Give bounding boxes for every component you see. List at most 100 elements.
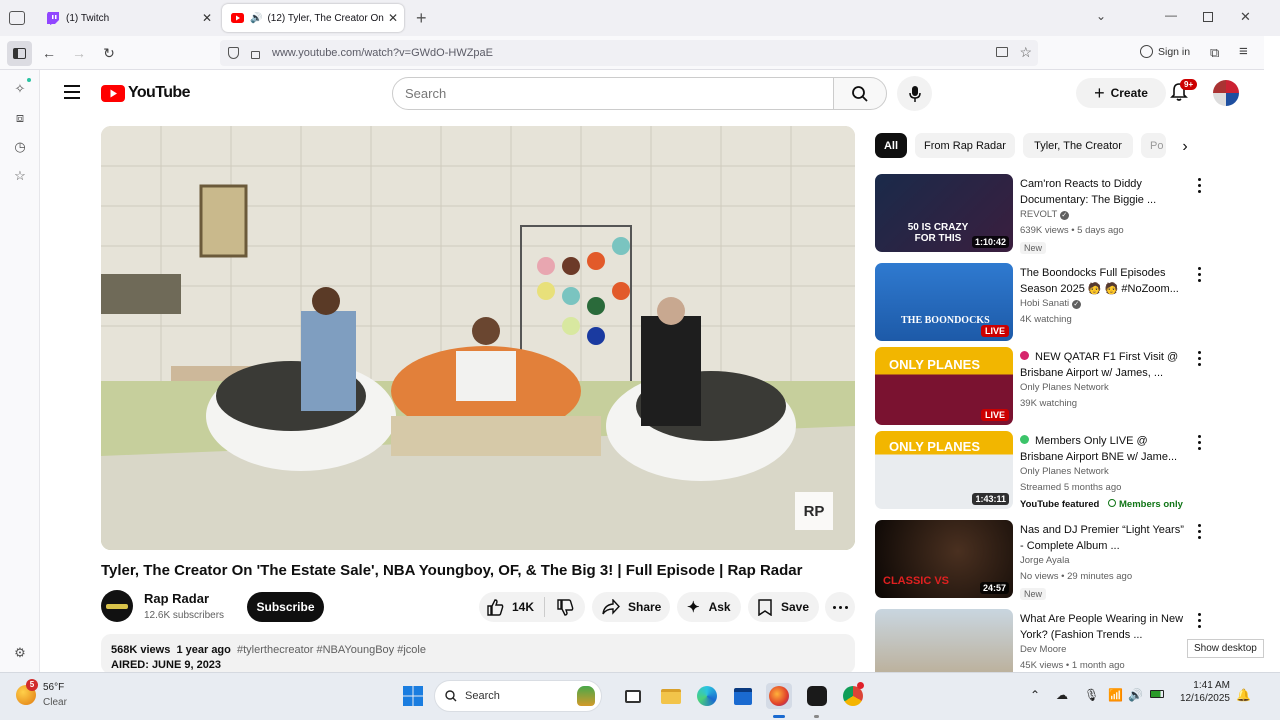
save-button[interactable]: Save xyxy=(748,592,819,622)
reload-icon[interactable]: ↻ xyxy=(100,44,118,62)
video-thumbnail[interactable]: THE BOONDOCKS LIVE xyxy=(875,263,1013,341)
synced-tabs-icon[interactable]: ⧈ xyxy=(12,110,28,126)
like-button[interactable]: 14K xyxy=(479,597,545,617)
bookmarks-icon[interactable]: ☆ xyxy=(12,168,28,184)
recommendation-title[interactable]: What Are People Wearing in New York? (Fa… xyxy=(1020,611,1190,643)
windows-start-icon[interactable] xyxy=(400,683,426,709)
recommendation-item[interactable]: THE BOONDOCKS LIVE The Boondocks Full Ep… xyxy=(875,263,1215,345)
more-options-icon[interactable] xyxy=(1193,522,1205,540)
battery-icon[interactable] xyxy=(1150,690,1164,698)
recommendation-item[interactable]: ONLY PLANES 1:43:11 Members Only LIVE @ … xyxy=(875,431,1215,513)
hashtags[interactable]: #tylerthecreator #NBAYoungBoy #jcole xyxy=(237,644,426,656)
recommendation-item[interactable]: ONLY PLANES LIVE NEW QATAR F1 First Visi… xyxy=(875,347,1215,429)
dislike-button[interactable] xyxy=(545,598,585,616)
sidebar-toggle-icon[interactable] xyxy=(7,41,32,66)
video-thumbnail[interactable]: CLASSIC VS 24:57 xyxy=(875,520,1013,598)
recommendation-title[interactable]: Nas and DJ Premier “Light Years” - Compl… xyxy=(1020,522,1190,554)
video-thumbnail[interactable]: ONLY PLANES LIVE xyxy=(875,347,1013,425)
close-window-button[interactable]: ✕ xyxy=(1240,9,1251,25)
audio-playing-icon[interactable]: 🔊 xyxy=(250,13,262,24)
recommendation-channel[interactable]: Jorge Ayala xyxy=(1020,555,1069,566)
wifi-icon[interactable]: 📶 xyxy=(1108,688,1123,702)
recommendation-channel[interactable]: Hobi Sanati ✓ xyxy=(1020,298,1081,309)
video-thumbnail[interactable]: 50 IS CRAZY FOR THIS 1:10:42 xyxy=(875,174,1013,252)
video-player[interactable]: RP xyxy=(101,126,855,550)
recommendation-channel[interactable]: Only Planes Network xyxy=(1020,466,1109,477)
notification-bell-icon[interactable]: 🔔 xyxy=(1236,688,1251,702)
restore-button[interactable] xyxy=(1203,12,1213,22)
voice-search-button[interactable] xyxy=(897,76,932,111)
microphone-tray-icon[interactable]: 🎙 xyxy=(1084,688,1099,702)
search-input[interactable]: Search xyxy=(392,77,834,110)
firefox-icon[interactable] xyxy=(766,683,792,709)
recommendation-item[interactable]: CLASSIC VS 24:57 Nas and DJ Premier “Lig… xyxy=(875,520,1215,602)
back-icon[interactable]: ← xyxy=(40,44,58,62)
settings-icon[interactable]: ⚙ xyxy=(12,645,28,661)
recommendation-title[interactable]: The Boondocks Full Episodes Season 2025 … xyxy=(1020,265,1190,297)
show-hidden-icons-icon[interactable]: ⌃ xyxy=(1030,688,1040,702)
chip-partial[interactable]: Po xyxy=(1141,133,1166,158)
recommendation-item[interactable]: What Are People Wearing in New York? (Fa… xyxy=(875,609,1215,672)
chip-tyler-the-creator[interactable]: Tyler, The Creator xyxy=(1023,133,1133,158)
more-options-icon[interactable] xyxy=(1193,349,1205,367)
channel-name[interactable]: Rap Radar xyxy=(144,591,209,606)
picture-in-picture-icon[interactable] xyxy=(996,47,1008,57)
ask-button[interactable]: ✦ Ask xyxy=(677,592,741,622)
close-tab-icon[interactable]: ✕ xyxy=(202,11,212,25)
hamburger-menu-icon[interactable] xyxy=(64,85,80,99)
url-text[interactable]: www.youtube.com/watch?v=GWdO-HWZpaE xyxy=(272,47,493,59)
youtube-logo[interactable]: YouTube xyxy=(101,84,190,102)
volume-icon[interactable]: 🔊 xyxy=(1128,688,1143,702)
tab-twitch[interactable]: (1) Twitch ✕ xyxy=(38,4,218,32)
recommendation-channel[interactable]: Only Planes Network xyxy=(1020,382,1109,393)
chip-all[interactable]: All xyxy=(875,133,907,158)
recommendation-title[interactable]: NEW QATAR F1 First Visit @ Brisbane Airp… xyxy=(1020,349,1190,381)
search-button[interactable] xyxy=(833,77,887,110)
channel-avatar[interactable] xyxy=(101,590,133,622)
bookmark-star-icon[interactable]: ☆ xyxy=(1019,44,1032,61)
weather-widget[interactable]: 5 56°F Clear xyxy=(16,679,76,715)
recommendation-channel[interactable]: Dev Moore xyxy=(1020,644,1066,655)
create-button[interactable]: + Create xyxy=(1076,78,1166,108)
clock[interactable]: 1:41 AM 12/16/2025 xyxy=(1176,680,1230,704)
task-view-icon[interactable] xyxy=(620,683,646,709)
video-thumbnail[interactable]: ONLY PLANES 1:43:11 xyxy=(875,431,1013,509)
file-explorer-icon[interactable] xyxy=(658,683,684,709)
close-tab-icon[interactable]: ✕ xyxy=(388,11,398,25)
chevron-down-icon[interactable]: ⌄ xyxy=(1096,9,1106,23)
video-thumbnail[interactable] xyxy=(875,609,1013,672)
new-tab-button[interactable]: + xyxy=(416,8,427,29)
forward-icon[interactable]: → xyxy=(70,44,88,62)
notifications-button[interactable]: 9+ xyxy=(1170,79,1198,107)
ai-chat-icon[interactable]: ✧ xyxy=(12,81,28,97)
menu-icon[interactable]: ≡ xyxy=(1239,43,1248,60)
lock-icon[interactable] xyxy=(251,50,260,59)
avatar[interactable] xyxy=(1213,80,1239,106)
more-options-icon[interactable] xyxy=(1193,176,1205,194)
minimize-button[interactable]: — xyxy=(1165,8,1177,22)
share-button[interactable]: Share xyxy=(592,592,670,622)
more-options-icon[interactable] xyxy=(1193,265,1205,283)
recommendation-channel[interactable]: REVOLT ✓ xyxy=(1020,209,1069,220)
shield-icon[interactable] xyxy=(228,47,239,59)
cloud-sync-icon[interactable]: ☁ xyxy=(1056,688,1068,702)
more-options-icon[interactable] xyxy=(1193,433,1205,451)
history-icon[interactable]: ◷ xyxy=(12,139,28,155)
more-options-icon[interactable] xyxy=(1193,611,1205,629)
url-bar[interactable]: www.youtube.com/watch?v=GWdO-HWZpaE ☆ xyxy=(220,40,1038,66)
recommendation-item[interactable]: 50 IS CRAZY FOR THIS 1:10:42 Cam'ron Rea… xyxy=(875,174,1215,256)
edge-browser-icon[interactable] xyxy=(694,683,720,709)
taskbar-search-box[interactable]: Search xyxy=(434,680,602,712)
extensions-icon[interactable]: ⧉ xyxy=(1210,45,1219,61)
chatgpt-app-icon[interactable] xyxy=(804,683,830,709)
chip-from-rap-radar[interactable]: From Rap Radar xyxy=(915,133,1015,158)
tab-list-icon[interactable] xyxy=(9,11,25,25)
subscribe-button[interactable]: Subscribe xyxy=(247,592,324,622)
recommendation-title[interactable]: Cam'ron Reacts to Diddy Documentary: The… xyxy=(1020,176,1190,208)
description-box[interactable]: 568K views 1 year ago #tylerthecreator #… xyxy=(101,634,855,674)
microsoft-store-icon[interactable] xyxy=(730,683,756,709)
tab-youtube[interactable]: 🔊 (12) Tyler, The Creator On 'T ✕ xyxy=(222,4,404,32)
recommendation-title[interactable]: Members Only LIVE @ Brisbane Airport BNE… xyxy=(1020,433,1190,465)
sign-in-button[interactable]: Sign in xyxy=(1140,45,1190,58)
more-actions-button[interactable] xyxy=(825,592,855,622)
